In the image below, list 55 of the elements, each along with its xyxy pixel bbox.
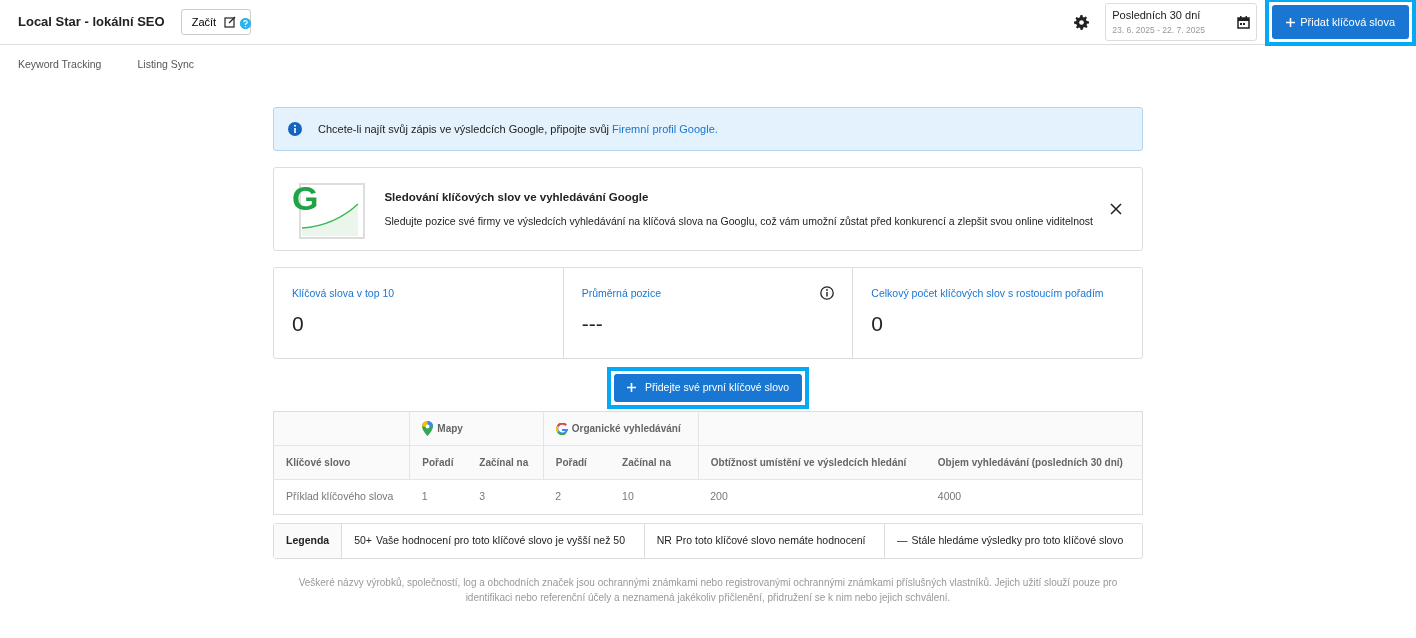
column-header: Objem vyhledávání (posledních 30 dní): [925, 445, 1143, 480]
info-icon[interactable]: [820, 286, 835, 301]
promo-title: Sledování klíčových slov ve vyhledávání Google: [384, 189, 650, 205]
stat-value: ---: [581, 311, 604, 337]
stat-value: 0: [871, 311, 885, 337]
google-profile-link[interactable]: Firemní profil Google.: [612, 122, 718, 135]
add-first-keyword-button[interactable]: Přidejte své první klíčové slovo: [613, 374, 803, 402]
add-keywords-button[interactable]: Přidat klíčová slova: [1272, 4, 1409, 40]
calendar-icon: [1237, 15, 1251, 29]
table-cell: 1: [409, 479, 468, 515]
legend-symbol: 50+: [354, 532, 372, 548]
settings-icon[interactable]: [1074, 14, 1090, 30]
legend-text: Stále hledáme výsledky pro toto klíčové slovo: [911, 532, 1124, 548]
column-group-header: Organické vyhledávání: [571, 422, 681, 436]
column-header: Začínal na: [467, 445, 544, 480]
legend-symbol: NR: [656, 532, 672, 548]
start-button[interactable]: Začít: [180, 8, 252, 36]
column-header: Začínal na: [610, 445, 699, 480]
date-range-label: Posledních 30 dní: [1112, 8, 1202, 24]
date-range-text: 23. 6. 2025 - 22. 7. 2025: [1112, 23, 1206, 37]
alert-text: Chcete-li najít svůj zápis ve výsledcích Google, připojte svůj Firemní profil Google.: [318, 121, 718, 137]
nav-tab[interactable]: Listing Sync: [119, 49, 213, 81]
table-cell: 3: [467, 479, 544, 515]
plus-icon: [1286, 17, 1296, 27]
table-cell: 200: [698, 479, 926, 515]
footer-text: Veškeré názvy výrobků, společností, log a obchodních značek jsou ochrannými známkami nebo registrovanými ochrannými známkami příslušných vlastníků. Jejich užití slouží pouze pro identifikaci nebo referenční účely a neznamená jakékoliv přičlenění, přidružení se k nim nebo jejich schválení.: [297, 575, 1119, 605]
map-pin-icon: [422, 421, 434, 436]
close-icon[interactable]: [1110, 203, 1122, 216]
stat-value: 0: [292, 311, 305, 337]
column-header: Klíčové slovo: [273, 445, 410, 480]
date-range-field[interactable]: Posledních 30 dní 23. 6. 2025 - 22. 7. 2025: [1105, 3, 1258, 41]
table-cell: Příklad klíčového slova: [273, 479, 410, 515]
stat-label: Klíčová slova v top 10: [292, 286, 395, 302]
stat-label: Průměrná pozice: [581, 286, 662, 302]
logo-letter: G: [292, 177, 319, 219]
promo-text: Sledujte pozice své firmy ve výsledcích vyhledávání na klíčová slova na Googlu, což vám umožní zůstat před konkurencí a zlepšit svou online viditelnost: [384, 214, 1094, 229]
help-icon: [240, 17, 252, 29]
column-header: Pořadí: [409, 445, 468, 480]
legend-symbol: —: [897, 532, 908, 548]
table-cell: 4000: [925, 479, 1143, 515]
legend-text: Pro toto klíčové slovo nemáte hodnocení: [675, 532, 866, 548]
info-icon: [288, 122, 302, 136]
table-cell: 10: [610, 479, 699, 515]
legend-text: Vaše hodnocení pro toto klíčové slovo je vyšší než 50: [376, 532, 626, 548]
app-title: Local Star - lokální SEO: [18, 13, 165, 32]
legend-title: Legenda: [286, 533, 330, 546]
plus-icon: [626, 383, 636, 393]
google-icon: [555, 422, 568, 435]
table-cell: 2: [543, 479, 611, 515]
column-group-header: Mapy: [437, 422, 463, 436]
nav-tab[interactable]: Keyword Tracking: [0, 49, 120, 81]
column-header: Pořadí: [543, 445, 611, 480]
edit-icon: [224, 16, 237, 28]
column-header: Obtížnost umístění ve výsledcích hledání: [698, 445, 926, 480]
stat-label: Celkový počet klíčových slov s rostoucím pořadím: [871, 286, 1104, 302]
